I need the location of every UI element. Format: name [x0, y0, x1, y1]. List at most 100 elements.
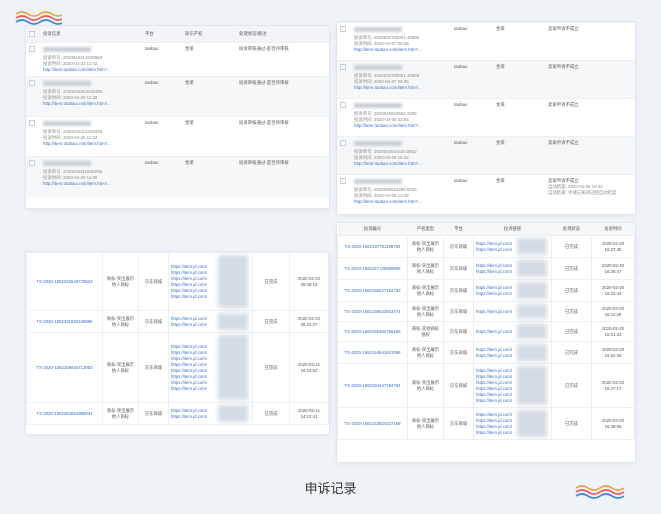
- item-link[interactable]: http://item.taobao.com/item.htm?...: [354, 199, 448, 205]
- header-ip-type: 产权类型: [407, 223, 444, 236]
- item-link[interactable]: http://item.taobao.com/item.htm?...: [43, 141, 139, 147]
- row-checkbox[interactable]: [337, 60, 351, 99]
- ip-type-cell: 商标-突出展示他人商标: [407, 279, 444, 302]
- complaint-id-link[interactable]: TS-2020-1582264854988834: [26, 402, 103, 425]
- header-complaint-time: 投诉时间: [591, 223, 635, 236]
- table-row: TS-2020-1582331880165896 商标-突出展示他人商标 京东商…: [26, 310, 329, 333]
- status-cell: 已完成: [252, 310, 290, 333]
- complaint-id-link[interactable]: TS-2020-1582165452766168: [337, 321, 408, 342]
- complaint-time: 15:52:28: [604, 352, 622, 358]
- complaint-time: 16:11:48: [604, 311, 622, 317]
- platform-cell: 京东商城: [443, 341, 474, 364]
- redacted-title: [354, 103, 402, 108]
- complaint-time: 16:37:45: [604, 246, 622, 252]
- row-checkbox[interactable]: [337, 98, 351, 137]
- platform-cell: taobao: [142, 156, 182, 197]
- table-row: 投诉单号: 2020040709391.46599 投诉时间: 2020-04-0…: [337, 22, 635, 61]
- ip-type-cell: 商标-其他商标侵权: [407, 321, 444, 342]
- status-cell: 已完成: [252, 402, 290, 425]
- ip-type-cell: 商标-突出展示他人商标: [407, 235, 444, 258]
- redacted-url-ids: [517, 282, 547, 299]
- row-checkbox[interactable]: [26, 76, 40, 117]
- complaint-table: 投诉单号: 2020040709391.46599 投诉时间: 2020-04-0…: [337, 22, 635, 213]
- complaint-id-link[interactable]: TS-2020-1582163824327169: [337, 407, 408, 440]
- row-checkbox[interactable]: [26, 156, 40, 197]
- header-platform: 平台: [443, 223, 474, 236]
- platform-cell: 京东商城: [138, 252, 169, 311]
- table-row: TS-2020-1582167751198784 商标-突出展示他人商标 京东商…: [337, 235, 635, 258]
- status-cell: 已完成: [551, 407, 592, 440]
- redacted-url-ids: [218, 255, 248, 308]
- header-status: 处理状态/备注: [236, 26, 329, 43]
- table-row: 投诉单号: 2020042313429953 投诉时间: 2020-04-23 1…: [26, 42, 329, 77]
- table-row: TS-2020-1582332549729533 商标-突出展示他人商标 京东商…: [26, 252, 329, 311]
- ip-type-cell: 商标-突出展示他人商标: [407, 301, 444, 322]
- platform-cell: 京东商城: [443, 235, 474, 258]
- complaint-id-link[interactable]: TS-2020-1582164941841598: [337, 341, 408, 364]
- redacted-title: [354, 27, 402, 32]
- row-checkbox[interactable]: [337, 22, 351, 61]
- item-link[interactable]: http://item.taobao.com/item.htm?...: [354, 123, 448, 129]
- ip-cell: 金莱: [493, 98, 545, 137]
- item-link[interactable]: http://item.taobao.com/item.htm?...: [43, 181, 139, 187]
- table-row: TS-2020-1582167135888966 商标-突出展示他人商标 京东商…: [337, 257, 635, 280]
- complaint-id-link[interactable]: TS-2020-1582168023843474: [337, 301, 408, 322]
- platform-cell: 京东商城: [138, 402, 169, 425]
- status-note: 自动结束: 申请已关闭已经自动结案: [548, 190, 617, 195]
- complaint-time: 08:49:16: [300, 281, 318, 287]
- complaint-time: 15:38:06: [604, 423, 622, 429]
- ip-cell: 金莱: [182, 156, 236, 197]
- table-row: 投诉单号: 2020042312315325 投诉时间: 2020-04-20 1…: [26, 116, 329, 157]
- table-row: 投诉单号: 2020042312618495 投诉时间: 2020-04-20 1…: [26, 76, 329, 117]
- row-checkbox[interactable]: [26, 42, 40, 77]
- complaint-table: 投诉信息 平台 知识产权 处理状态/备注 投诉单号: 2020042313429…: [26, 26, 329, 197]
- select-all-checkbox[interactable]: [26, 26, 40, 43]
- redacted-title: [43, 81, 91, 86]
- item-link[interactable]: http://item.taobao.com/item.htm?...: [43, 101, 139, 107]
- redacted-url-ids: [517, 324, 547, 339]
- row-checkbox[interactable]: [337, 136, 351, 175]
- row-checkbox[interactable]: [337, 174, 351, 213]
- complaint-id-link[interactable]: TS-2020-1582332549729533: [26, 252, 103, 311]
- status-cell: 已完成: [551, 279, 592, 302]
- platform-cell: taobao: [451, 174, 493, 213]
- complaint-id-link[interactable]: TS-2020-1582331880165896: [26, 310, 103, 333]
- complaint-time: 15:23:52: [300, 367, 318, 373]
- complaint-time: 16:28:47: [604, 268, 622, 274]
- item-link[interactable]: http://item.taobao.com/item.htm?...: [354, 161, 448, 167]
- status-cell: 已完成: [551, 341, 592, 364]
- header-platform: 平台: [142, 26, 182, 43]
- item-link[interactable]: http://item.taobao.com/item.htm?...: [354, 47, 448, 53]
- complaint-table: 投诉编号 产权类型 平台 投诉链接 处理状态 投诉时间 TS-2020-1582…: [337, 223, 635, 440]
- platform-cell: 京东商城: [443, 257, 474, 280]
- table-row: 投诉单号: 2020042310930269 投诉时间: 2020-04-20 1…: [26, 156, 329, 197]
- ip-type-cell: 商标-突出展示他人商标: [407, 407, 444, 440]
- complaint-panel-jd-1: TS-2020-1582332549729533 商标-突出展示他人商标 京东商…: [26, 252, 329, 434]
- complaint-id-link[interactable]: TS-2020-1582164447184764: [337, 363, 408, 408]
- status-cell: 卖家申诉不成立: [545, 136, 635, 175]
- platform-cell: 京东商城: [138, 310, 169, 333]
- complaint-panel-taobao-1: 投诉信息 平台 知识产权 处理状态/备注 投诉单号: 2020042313429…: [26, 26, 329, 208]
- complaint-id-link[interactable]: TS-2020-1582167135888966: [337, 257, 408, 280]
- complaint-time: 15:47:17: [604, 385, 622, 391]
- platform-cell: 京东商城: [443, 363, 474, 408]
- complaint-time: 16:01:24: [604, 331, 622, 337]
- redacted-url-ids: [517, 410, 547, 437]
- table-row: 投诉单号: 2020040615434.8822 投诉时间: 2020-04-06…: [337, 136, 635, 175]
- status-cell: 卖家申诉不成立: [545, 60, 635, 99]
- complaint-table: TS-2020-1582332549729533 商标-突出展示他人商标 京东商…: [26, 252, 329, 425]
- complaint-id-link[interactable]: TS-2020-1582166627164753: [337, 279, 408, 302]
- complaint-id-link[interactable]: TS-2020-1582259655713953: [26, 332, 103, 403]
- redacted-url-ids: [517, 304, 547, 319]
- status-cell: 已完成: [551, 363, 592, 408]
- ip-type-cell: 商标-突出展示他人商标: [102, 332, 139, 403]
- ip-type-cell: 商标-突出展示他人商标: [407, 363, 444, 408]
- complaint-panel-jd-2: 投诉编号 产权类型 平台 投诉链接 处理状态 投诉时间 TS-2020-1582…: [337, 223, 635, 462]
- redacted-title: [43, 161, 91, 166]
- table-row: TS-2020-1582264854988834 商标-突出展示他人商标 京东商…: [26, 402, 329, 425]
- complaint-id-link[interactable]: TS-2020-1582167751198784: [337, 235, 408, 258]
- row-checkbox[interactable]: [26, 116, 40, 157]
- item-link[interactable]: http://item.taobao.com/item.htm?...: [354, 85, 448, 91]
- item-link[interactable]: http://item.taobao.com/item.htm?...: [43, 67, 139, 73]
- ip-cell: 金莱: [493, 22, 545, 61]
